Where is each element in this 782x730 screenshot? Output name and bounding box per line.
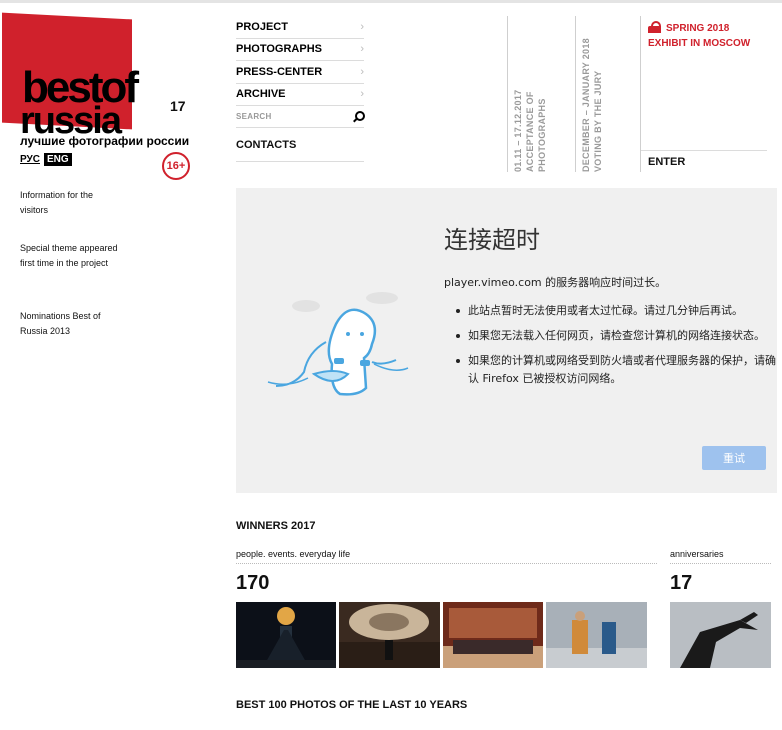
winner-photo-thumbnail[interactable] (546, 602, 647, 668)
winner-photo-thumbnail[interactable] (339, 602, 440, 668)
logo-number: 17 (170, 98, 186, 114)
video-error-panel: 连接超时 player.vimeo.com 的服务器响应时间过长。 此站点暂时无… (236, 188, 777, 493)
retry-button[interactable]: 重试 (702, 446, 766, 470)
nav-item-contacts[interactable]: CONTACTS (236, 128, 364, 162)
category-count-anniversaries: 17 (670, 572, 693, 594)
winner-photo-thumbnail[interactable] (236, 602, 336, 668)
chevron-right-icon: › (360, 88, 364, 101)
stage-acceptance-label: ACCEPTANCE OF PHOTOGRAPHS (525, 91, 547, 172)
exhibit-title: SPRING 2018 (666, 23, 730, 34)
chevron-right-icon: › (360, 20, 364, 33)
nav-item-photographs[interactable]: PHOTOGRAPHS › (236, 39, 364, 61)
search-icon[interactable] (352, 110, 365, 123)
language-switcher: РУС ENG (18, 153, 72, 166)
winner-photo-thumbnail[interactable] (443, 602, 543, 668)
winners-heading: WINNERS 2017 (236, 520, 316, 532)
stage-voting: DECEMBER – JANUARY 2018 VOTING BY THE JU… (575, 16, 635, 172)
logo-tagline: лучшие фотографии россии (20, 134, 190, 148)
sidebar-link-visitors-info[interactable]: Information for the visitors (20, 188, 120, 218)
error-bullet: 此站点暂时无法使用或者太过忙碌。请过几分钟后再试。 (454, 302, 776, 320)
nav-item-project[interactable]: PROJECT › (236, 16, 364, 39)
stage-acceptance: 01.11 – 17.12.2017 ACCEPTANCE OF PHOTOGR… (507, 16, 567, 172)
main-nav: PROJECT › PHOTOGRAPHS › PRESS-CENTER › ARCH… (236, 16, 365, 162)
enter-link[interactable]: ENTER (641, 150, 767, 173)
category-count-people: 170 (236, 572, 270, 594)
category-people-events[interactable]: people. events. everyday life (236, 549, 657, 564)
chevron-right-icon: › (360, 65, 364, 78)
hammer-icon (648, 21, 662, 33)
lang-ru-link[interactable]: РУС (18, 153, 42, 166)
sidebar-link-special-theme[interactable]: Special theme appeared first time in the… (20, 241, 120, 271)
site-logo[interactable]: bestof russia 17 лучшие фотографии росси… (0, 12, 200, 156)
best100-heading: BEST 100 PHOTOS OF THE LAST 10 YEARS (236, 699, 468, 711)
error-lead: player.vimeo.com 的服务器响应时间过长。 (444, 276, 667, 289)
category-anniversaries[interactable]: anniversaries (670, 549, 771, 564)
exhibit-subtitle: EXHIBIT IN MOSCOW (648, 38, 751, 49)
exhibit-block[interactable]: SPRING 2018 EXHIBIT IN MOSCOW ENTER (640, 16, 767, 173)
error-title: 连接超时 (444, 226, 540, 254)
stage-voting-label: VOTING BY THE JURY (593, 70, 603, 172)
age-rating-badge: 16+ (162, 152, 190, 180)
error-bullet: 如果您无法载入任何网页，请检查您计算机的网络连接状态。 (454, 327, 776, 345)
sidebar-link-nominations[interactable]: Nominations Best of Russia 2013 (20, 309, 120, 339)
logo-line2: russia (20, 100, 122, 142)
dinosaur-illustration-icon (267, 292, 409, 396)
error-bullet: 如果您的计算机或网络受到防火墙或者代理服务器的保护，请确认 Firefox 已被… (454, 352, 776, 388)
lang-en-active[interactable]: ENG (43, 153, 72, 166)
nav-item-press-center[interactable]: PRESS-CENTER › (236, 61, 364, 84)
top-border (0, 0, 782, 3)
error-bullets: 此站点暂时无法使用或者太过忙碌。请过几分钟后再试。 如果您无法载入任何网页，请检… (454, 302, 776, 395)
nav-item-archive[interactable]: ARCHIVE › (236, 84, 364, 106)
chevron-right-icon: › (360, 43, 364, 56)
stage-voting-dates: DECEMBER – JANUARY 2018 (581, 38, 591, 172)
search-input[interactable]: SEARCH (236, 106, 365, 128)
winner-photo-thumbnail[interactable] (670, 602, 771, 668)
stage-acceptance-dates: 01.11 – 17.12.2017 (513, 89, 523, 172)
